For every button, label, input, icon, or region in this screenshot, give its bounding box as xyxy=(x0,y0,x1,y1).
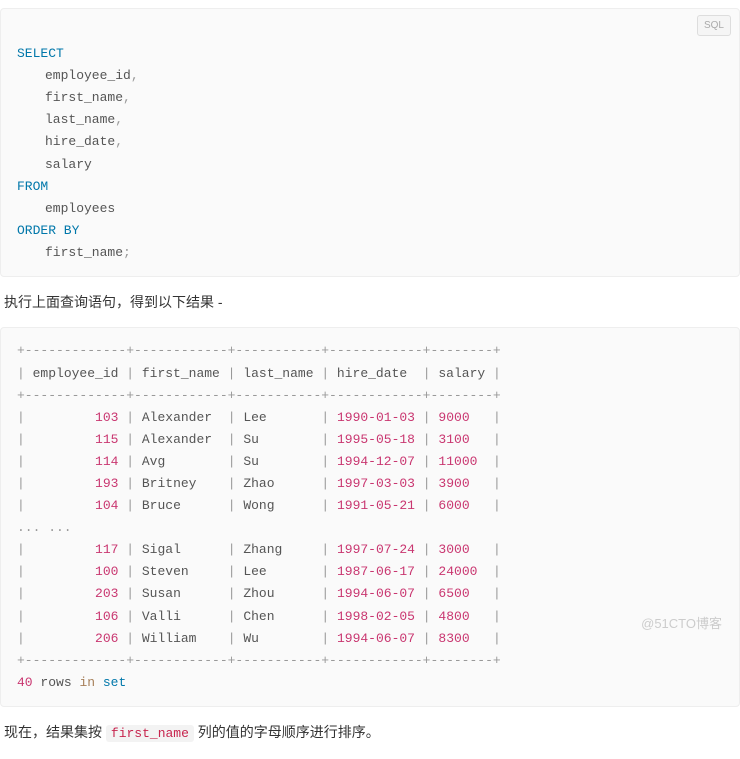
language-badge: SQL xyxy=(697,15,731,36)
inline-code-first-name: first_name xyxy=(106,725,194,742)
col-last-name: last_name xyxy=(45,112,115,127)
col-employee-id: employee_id xyxy=(45,68,131,83)
kw-select: SELECT xyxy=(17,46,64,61)
prose-result-intro: 执行上面查询语句，得到以下结果 - xyxy=(4,291,736,313)
sql-code-block: SQLSELECT employee_id, first_name, last_… xyxy=(0,8,740,277)
prose-conclusion: 现在，结果集按 first_name 列的值的字母顺序进行排序。 @51CTO博… xyxy=(4,721,736,745)
result-table-block: +-------------+------------+-----------+… xyxy=(0,327,740,707)
kw-from: FROM xyxy=(17,179,48,194)
col-first-name: first_name xyxy=(45,90,123,105)
col-hire-date: hire_date xyxy=(45,134,115,149)
prose-conclusion-a: 现在，结果集按 xyxy=(4,724,106,740)
kw-order-by: ORDER BY xyxy=(17,223,79,238)
prose-conclusion-b: 列的值的字母顺序进行排序。 xyxy=(194,724,380,740)
col-salary: salary xyxy=(45,157,92,172)
order-col: first_name xyxy=(45,245,123,260)
table-name: employees xyxy=(45,201,115,216)
